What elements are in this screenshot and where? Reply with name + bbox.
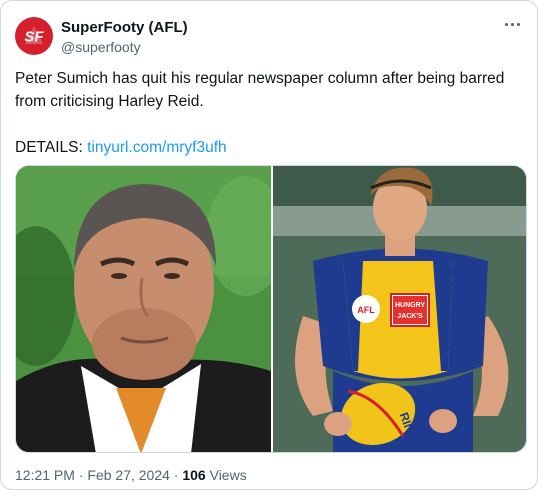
sponsor-text-2: JACK'S [397,313,423,320]
tweet-time[interactable]: 12:21 PM [15,467,75,483]
meta-separator: · [78,467,84,483]
views-label: Views [209,467,247,483]
tweet-meta: 12:21 PM · Feb 27, 2024 · 106 Views [15,467,247,483]
photo-left[interactable] [16,166,271,452]
author-display-name[interactable]: SuperFooty (AFL) [61,18,188,38]
more-horizontal-icon[interactable] [505,23,523,29]
tweet-date[interactable]: Feb 27, 2024 [87,467,170,483]
photo-right[interactable]: AFL HUNGRY JACK'S RIN [273,166,526,452]
details-link[interactable]: tinyurl.com/mryf3ufh [87,139,227,156]
avatar-logo-text: SF [24,29,44,46]
author-handle[interactable]: @superfooty [61,38,188,56]
meta-separator-2: · [173,467,179,483]
author-block: SuperFooty (AFL) @superfooty [61,18,188,56]
sponsor-text-1: HUNGRY [395,302,425,309]
afl-logo-text: AFL [357,305,375,315]
tweet-card: SF SuperFooty (AFL) @superfooty Peter Su… [0,0,538,490]
details-line: DETAILS: tinyurl.com/mryf3ufh [15,136,525,159]
avatar[interactable]: SF [15,17,53,55]
tweet-text-line: Peter Sumich has quit his regular newspa… [15,70,505,110]
media-grid[interactable]: AFL HUNGRY JACK'S RIN [15,165,527,453]
tweet-text: Peter Sumich has quit his regular newspa… [15,67,525,159]
details-label: DETAILS: [15,139,83,156]
views-count: 106 [182,467,206,483]
